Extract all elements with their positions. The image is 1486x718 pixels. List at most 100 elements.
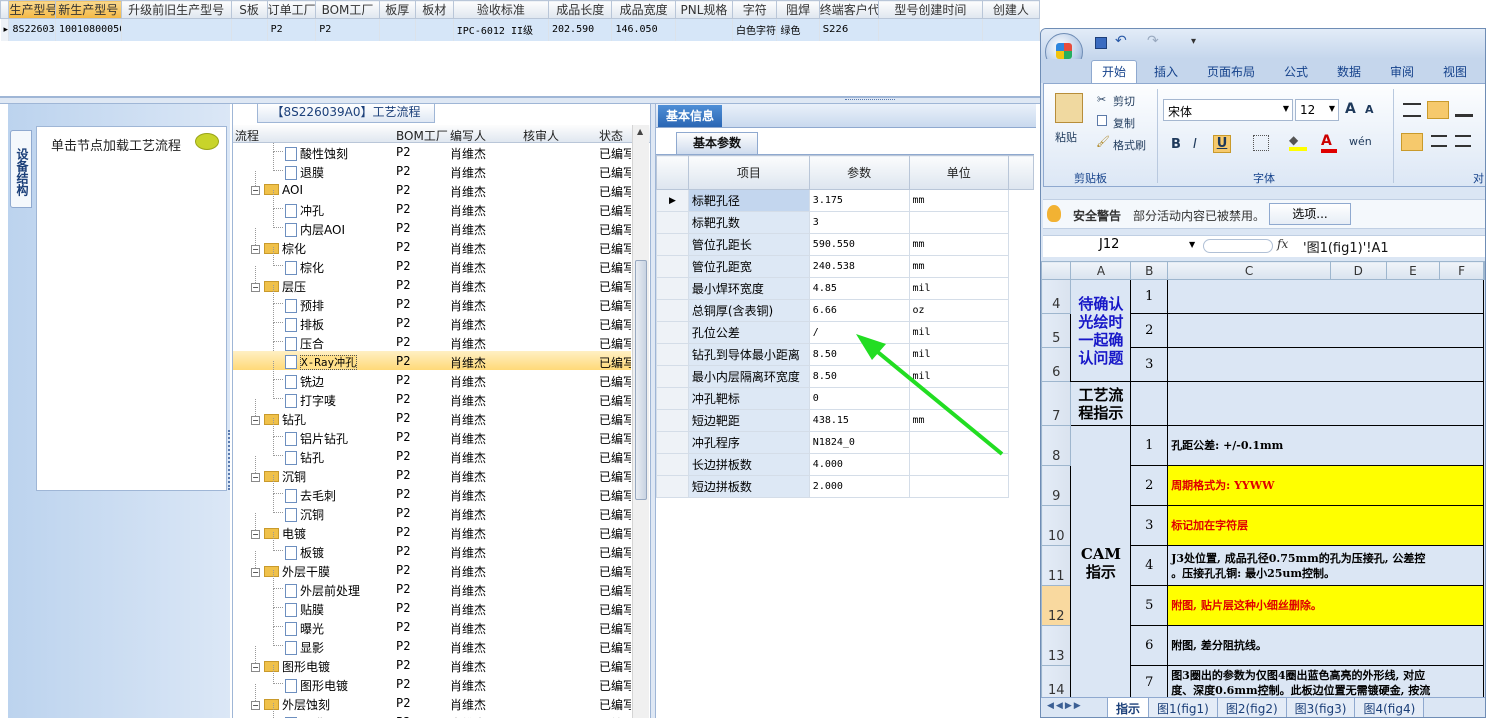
- table-cell[interactable]: P2: [267, 18, 317, 41]
- tree-scrollbar[interactable]: ▲: [632, 125, 649, 718]
- scroll-up-icon[interactable]: ▲: [637, 127, 643, 136]
- table-cell[interactable]: [231, 18, 268, 41]
- column-header-d[interactable]: D: [1329, 261, 1387, 280]
- sheet-tab[interactable]: 指示: [1107, 698, 1150, 717]
- cell-b[interactable]: 4: [1130, 545, 1169, 586]
- tree-row[interactable]: 冲孔 P2 肖维杰 已编写: [233, 199, 631, 218]
- table-cell[interactable]: [121, 18, 232, 41]
- tree-row[interactable]: 去毛刺 P2 肖维杰 已编写: [233, 484, 631, 503]
- cell-b[interactable]: 2: [1130, 313, 1169, 348]
- col-header[interactable]: 板厚: [378, 0, 416, 19]
- tab-home[interactable]: 开始: [1102, 63, 1126, 80]
- column-header-f[interactable]: F: [1439, 261, 1484, 280]
- tree-node[interactable]: 打字唛: [285, 392, 336, 409]
- col-header[interactable]: 阻焊: [776, 0, 820, 19]
- row-header[interactable]: 5: [1041, 313, 1072, 348]
- collapse-icon[interactable]: −: [251, 283, 260, 292]
- tree-node[interactable]: 退膜: [285, 164, 324, 181]
- col-header[interactable]: 成品宽度: [611, 0, 676, 19]
- row-header[interactable]: 4: [1041, 279, 1072, 314]
- tree-node[interactable]: X-Ray冲孔: [285, 354, 358, 370]
- sheet-tab[interactable]: 图1(fig1): [1148, 698, 1218, 717]
- tree-row[interactable]: 压合 P2 肖维杰 已编写: [233, 332, 631, 351]
- col-header[interactable]: S板: [230, 0, 268, 19]
- col-header[interactable]: BOM工厂: [315, 0, 380, 19]
- tree-node[interactable]: − 图形电镀: [251, 658, 330, 675]
- font-name-select[interactable]: 宋体 ▼: [1163, 99, 1293, 121]
- cell-b[interactable]: 7: [1130, 665, 1169, 700]
- paste-button[interactable]: 粘贴: [1055, 129, 1077, 145]
- collapse-icon[interactable]: −: [251, 186, 260, 195]
- tree-row[interactable]: − 外层干膜 P2 肖维杰 已编写: [233, 560, 631, 579]
- col-header[interactable]: 生产型号: [8, 0, 56, 19]
- column-header-e[interactable]: E: [1385, 261, 1441, 280]
- tree-node[interactable]: 显影: [285, 639, 324, 656]
- tree-row[interactable]: − 沉铜 P2 肖维杰 已编写: [233, 465, 631, 484]
- row-header[interactable]: 8: [1041, 425, 1072, 466]
- tree-row[interactable]: 沉铜 P2 肖维杰 已编写: [233, 503, 631, 522]
- tree-row[interactable]: 显影 P2 肖维杰 已编写: [233, 636, 631, 655]
- col-header[interactable]: 板材: [414, 0, 454, 19]
- fill-color-icon[interactable]: ◆: [1289, 133, 1307, 151]
- collapse-icon[interactable]: −: [251, 568, 260, 577]
- tree-node[interactable]: 内层AOI: [285, 221, 345, 238]
- tree-row[interactable]: 排板 P2 肖维杰 已编写: [233, 313, 631, 332]
- cell-a-cam-instruction[interactable]: CAM指示: [1070, 425, 1132, 700]
- tree-row[interactable]: 钻孔 P2 肖维杰 已编写: [233, 446, 631, 465]
- cell-c[interactable]: 附图, 贴片层这种小细丝删除。: [1167, 585, 1484, 626]
- name-box[interactable]: J12 ▼: [1043, 236, 1195, 256]
- table-cell[interactable]: 8S226039A0: [8, 18, 56, 41]
- cell-c[interactable]: [1167, 279, 1484, 314]
- formula-splitter-icon[interactable]: [1203, 239, 1273, 253]
- tree-node[interactable]: 去毛刺: [285, 487, 336, 504]
- col-header[interactable]: 型号创建时间: [878, 0, 983, 19]
- bold-button[interactable]: B: [1171, 137, 1181, 152]
- cell-a-merged-confirm[interactable]: 待确认光绘时一起确认问题: [1070, 279, 1132, 382]
- tab-insert[interactable]: 插入: [1154, 63, 1178, 80]
- table-cell[interactable]: P2: [315, 18, 380, 41]
- copy-icon[interactable]: [1097, 115, 1107, 126]
- cell-c[interactable]: [1167, 381, 1484, 426]
- tree-node[interactable]: 曝光: [285, 620, 324, 637]
- align-top-icon[interactable]: [1403, 103, 1421, 117]
- cell-a-process-instruction[interactable]: 工艺流程指示: [1070, 381, 1132, 426]
- cell-b[interactable]: 3: [1130, 347, 1169, 382]
- qat-customize-icon[interactable]: ▾: [1191, 36, 1196, 47]
- collapse-icon[interactable]: −: [251, 473, 260, 482]
- table-cell[interactable]: [379, 18, 416, 41]
- border-icon[interactable]: [1253, 135, 1269, 151]
- cell-b[interactable]: [1130, 381, 1169, 426]
- cell-c[interactable]: 附图, 差分阻抗线。: [1167, 625, 1484, 666]
- format-painter-icon[interactable]: 🖌: [1096, 135, 1110, 148]
- tree-row[interactable]: 板镀 P2 肖维杰 已编写: [233, 541, 631, 560]
- tree-row[interactable]: 铝片钻孔 P2 肖维杰 已编写: [233, 427, 631, 446]
- tree-row[interactable]: 曝光 P2 肖维杰 已编写: [233, 617, 631, 636]
- cell-c[interactable]: 标记加在字符层: [1167, 505, 1484, 546]
- tree-node[interactable]: 预排: [285, 297, 324, 314]
- tree-node[interactable]: 棕化: [285, 259, 324, 276]
- italic-button[interactable]: I: [1193, 137, 1197, 152]
- align-left-icon[interactable]: [1401, 133, 1423, 151]
- sheet-tab[interactable]: 图2(fig2): [1216, 698, 1287, 717]
- tree-row[interactable]: 预排 P2 肖维杰 已编写: [233, 294, 631, 313]
- row-header[interactable]: 13: [1041, 625, 1072, 666]
- tree-node[interactable]: 铝片钻孔: [285, 430, 348, 447]
- table-cell[interactable]: 146.050: [611, 18, 676, 41]
- collapse-icon[interactable]: −: [251, 416, 260, 425]
- cell-c[interactable]: [1167, 313, 1484, 348]
- table-cell[interactable]: IPC-6012 II级: [453, 18, 549, 41]
- col-header[interactable]: 新生产型号: [55, 0, 122, 19]
- speech-bubble-icon[interactable]: [195, 133, 219, 150]
- phonetic-button[interactable]: wén: [1349, 135, 1372, 148]
- column-header-b[interactable]: B: [1130, 261, 1169, 280]
- tree-row[interactable]: 外层前处理 P2 肖维杰 已编写: [233, 579, 631, 598]
- cut-button[interactable]: 剪切: [1113, 93, 1135, 109]
- tree-row[interactable]: 棕化 P2 肖维杰 已编写: [233, 256, 631, 275]
- align-bottom-icon[interactable]: [1455, 103, 1473, 117]
- row-header[interactable]: 14: [1041, 665, 1072, 700]
- tab-formulas[interactable]: 公式: [1284, 63, 1308, 80]
- col-header[interactable]: 字符: [732, 0, 778, 19]
- tree-row[interactable]: − 图形电镀 P2 肖维杰 已编写: [233, 655, 631, 674]
- cell-c[interactable]: 孔距公差: +/-0.1mm: [1167, 425, 1484, 466]
- shrink-font-button[interactable]: A: [1365, 103, 1374, 116]
